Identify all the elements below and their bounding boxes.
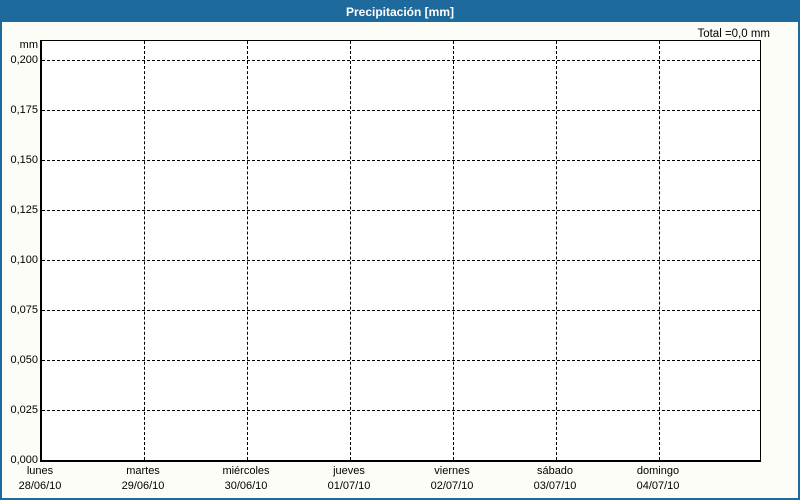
x-date-label: 04/07/10 (636, 480, 680, 492)
x-day-label: lunes (26, 465, 54, 477)
y-tick-label: 0,100 (10, 254, 38, 266)
h-gridline (42, 310, 760, 311)
chart-title-bar: Precipitación [mm] (2, 2, 798, 22)
v-gridline (659, 41, 660, 460)
x-date-label: 03/07/10 (533, 480, 577, 492)
x-date-label: 28/06/10 (18, 480, 62, 492)
h-gridline (42, 60, 760, 61)
x-day-label: sábado (536, 465, 574, 477)
y-tick-label: 0,075 (10, 304, 38, 316)
v-gridline (247, 41, 248, 460)
y-tick-label: 0,125 (10, 204, 38, 216)
plot-area (40, 40, 761, 462)
y-tick-label: 0,200 (10, 54, 38, 66)
x-day-label: domingo (636, 465, 680, 477)
x-day-label: viernes (434, 465, 470, 477)
h-gridline (42, 260, 760, 261)
x-day-label: jueves (333, 465, 365, 477)
h-gridline (42, 410, 760, 411)
x-day-label: martes (126, 465, 160, 477)
chart-title: Precipitación [mm] (345, 5, 455, 19)
h-gridline (42, 360, 760, 361)
x-day-label: miércoles (222, 465, 270, 477)
total-label: Total =0,0 mm (697, 28, 770, 40)
h-gridline (42, 110, 760, 111)
v-gridline (350, 41, 351, 460)
x-date-label: 30/06/10 (224, 480, 268, 492)
y-tick-label: 0,150 (10, 154, 38, 166)
y-tick-label: 0,175 (10, 104, 38, 116)
h-gridline (42, 210, 760, 211)
v-gridline (453, 41, 454, 460)
y-tick-label: 0,050 (10, 354, 38, 366)
x-date-label: 02/07/10 (430, 480, 474, 492)
precipitation-chart-window: Precipitación [mm] Total =0,0 mm mm 0,20… (0, 0, 800, 500)
y-axis-unit-label: mm (19, 39, 38, 51)
y-tick-label: 0,025 (10, 404, 38, 416)
v-gridline (144, 41, 145, 460)
h-gridline (42, 160, 760, 161)
x-date-label: 29/06/10 (121, 480, 165, 492)
x-date-label: 01/07/10 (327, 480, 371, 492)
v-gridline (556, 41, 557, 460)
